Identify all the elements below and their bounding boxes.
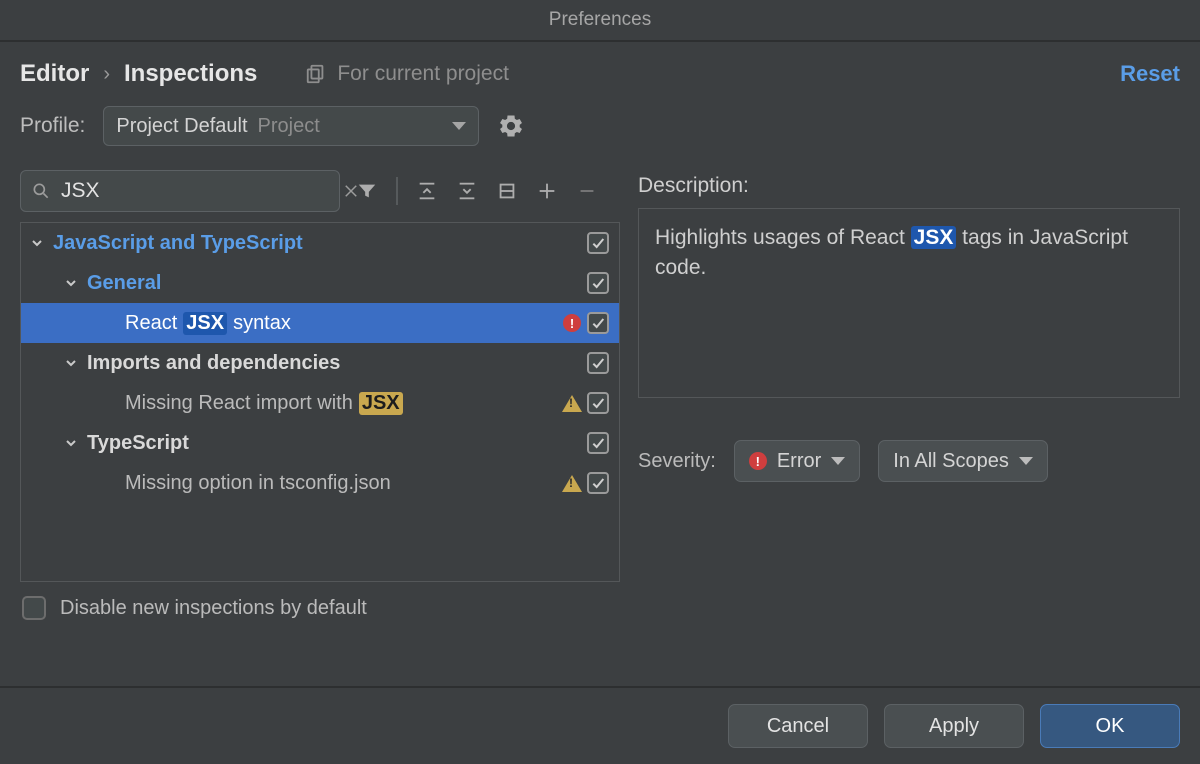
search-input-wrapper[interactable] bbox=[20, 170, 340, 212]
ok-button[interactable]: OK bbox=[1040, 704, 1180, 748]
remove-icon[interactable] bbox=[574, 178, 600, 204]
tree-label: React JSX syntax bbox=[125, 312, 557, 335]
inspection-toolbar bbox=[20, 170, 620, 212]
scope-select[interactable]: In All Scopes bbox=[878, 440, 1048, 482]
window-title: Preferences bbox=[0, 0, 1200, 40]
copy-icon bbox=[305, 63, 327, 85]
apply-button[interactable]: Apply bbox=[884, 704, 1024, 748]
tree-label: General bbox=[87, 272, 587, 295]
content-area: JavaScript and TypeScript General React … bbox=[0, 170, 1200, 686]
chevron-down-icon[interactable] bbox=[63, 355, 87, 371]
highlight: JSX bbox=[911, 226, 957, 249]
profile-primary: Project Default bbox=[116, 115, 247, 138]
breadcrumb-separator: › bbox=[103, 63, 110, 86]
checkbox[interactable] bbox=[587, 232, 609, 254]
tree-label: Missing option in tsconfig.json bbox=[125, 472, 557, 495]
tree-category-js-ts[interactable]: JavaScript and TypeScript bbox=[21, 223, 619, 263]
tree-item-tsconfig-missing-option[interactable]: Missing option in tsconfig.json bbox=[21, 463, 619, 503]
scope-value: In All Scopes bbox=[893, 450, 1009, 473]
reset-default-icon[interactable] bbox=[494, 178, 520, 204]
tree-label: TypeScript bbox=[87, 432, 587, 455]
checkbox[interactable] bbox=[22, 596, 46, 620]
description-label: Description: bbox=[638, 174, 1180, 198]
checkbox[interactable] bbox=[587, 432, 609, 454]
gear-icon[interactable] bbox=[497, 112, 525, 140]
profile-select[interactable]: Project Default Project bbox=[103, 106, 479, 146]
left-column: JavaScript and TypeScript General React … bbox=[20, 170, 620, 686]
reset-link[interactable]: Reset bbox=[1120, 61, 1180, 87]
chevron-down-icon bbox=[831, 457, 845, 465]
search-input[interactable] bbox=[61, 179, 332, 203]
severity-error-icon: ! bbox=[557, 314, 587, 332]
profile-label: Profile: bbox=[20, 114, 85, 138]
tree-category-imports[interactable]: Imports and dependencies bbox=[21, 343, 619, 383]
severity-select[interactable]: ! Error bbox=[734, 440, 860, 482]
window-title-text: Preferences bbox=[549, 9, 651, 31]
severity-value: Error bbox=[777, 450, 821, 473]
header-row: Editor › Inspections For current project… bbox=[0, 42, 1200, 102]
tree-item-missing-react-import[interactable]: Missing React import with JSX bbox=[21, 383, 619, 423]
expand-all-icon[interactable] bbox=[414, 178, 440, 204]
severity-warning-icon bbox=[557, 395, 587, 412]
label-part: syntax bbox=[233, 312, 291, 335]
dialog-footer: Cancel Apply OK bbox=[0, 686, 1200, 764]
collapse-all-icon[interactable] bbox=[454, 178, 480, 204]
description-box: Highlights usages of React JSX tags in J… bbox=[638, 208, 1180, 398]
tree-label: JavaScript and TypeScript bbox=[53, 232, 587, 255]
highlight: JSX bbox=[359, 392, 403, 415]
profile-secondary: Project bbox=[258, 115, 320, 138]
checkbox[interactable] bbox=[587, 312, 609, 334]
severity-label: Severity: bbox=[638, 450, 716, 473]
chevron-down-icon[interactable] bbox=[29, 235, 53, 251]
checkbox[interactable] bbox=[587, 352, 609, 374]
chevron-down-icon[interactable] bbox=[63, 435, 87, 451]
add-icon[interactable] bbox=[534, 178, 560, 204]
checkbox[interactable] bbox=[587, 472, 609, 494]
severity-warning-icon bbox=[557, 475, 587, 492]
desc-part: Highlights usages of React bbox=[655, 226, 911, 249]
scope-indicator: For current project bbox=[305, 62, 509, 86]
checkbox[interactable] bbox=[587, 272, 609, 294]
disable-new-inspections-row[interactable]: Disable new inspections by default bbox=[20, 582, 620, 634]
disable-label: Disable new inspections by default bbox=[60, 597, 367, 620]
severity-row: Severity: ! Error In All Scopes bbox=[638, 440, 1180, 482]
highlight: JSX bbox=[183, 312, 227, 335]
tree-label: Imports and dependencies bbox=[87, 352, 587, 375]
error-icon: ! bbox=[749, 452, 767, 470]
inspection-tree[interactable]: JavaScript and TypeScript General React … bbox=[20, 222, 620, 582]
toolbar-separator bbox=[396, 177, 398, 205]
breadcrumb-leaf: Inspections bbox=[124, 60, 257, 88]
checkbox[interactable] bbox=[587, 392, 609, 414]
chevron-down-icon bbox=[1019, 457, 1033, 465]
cancel-button[interactable]: Cancel bbox=[728, 704, 868, 748]
tree-category-typescript[interactable]: TypeScript bbox=[21, 423, 619, 463]
filter-icon[interactable] bbox=[354, 178, 380, 204]
label-part: React bbox=[125, 312, 177, 335]
scope-text: For current project bbox=[337, 62, 509, 86]
tree-label: Missing React import with JSX bbox=[125, 392, 557, 415]
breadcrumb-root[interactable]: Editor bbox=[20, 60, 89, 88]
chevron-down-icon bbox=[452, 122, 466, 130]
label-part: Missing React import with bbox=[125, 392, 353, 415]
tree-category-general[interactable]: General bbox=[21, 263, 619, 303]
search-icon bbox=[31, 181, 51, 201]
right-column: Description: Highlights usages of React … bbox=[638, 170, 1180, 686]
profile-row: Profile: Project Default Project bbox=[0, 102, 1200, 170]
tree-item-react-jsx-syntax[interactable]: React JSX syntax ! bbox=[21, 303, 619, 343]
chevron-down-icon[interactable] bbox=[63, 275, 87, 291]
